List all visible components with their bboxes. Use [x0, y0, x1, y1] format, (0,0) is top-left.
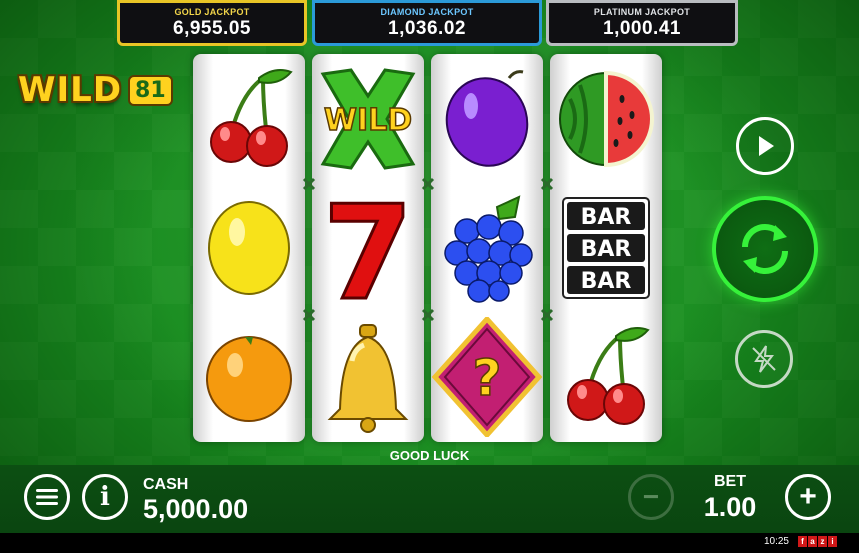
brand-letter: f [798, 536, 807, 547]
reel-divider-x-icon [300, 175, 318, 193]
lemon-icon [193, 183, 305, 312]
bet-label: BET [714, 473, 746, 490]
mystery-text: ? [472, 349, 501, 407]
reel-divider-x-icon [300, 306, 318, 324]
hamburger-icon [36, 489, 58, 505]
bar-text-bottom: BAR [581, 269, 632, 294]
play-icon [759, 136, 774, 156]
minus-icon: − [642, 481, 660, 512]
bet-value: 1.00 [703, 492, 757, 522]
reel-divider-x-icon [538, 175, 556, 193]
diamond-jackpot: DIAMOND JACKPOT 1,036.02 [312, 0, 542, 46]
reel-divider-x-icon [419, 306, 437, 324]
menu-button[interactable] [24, 474, 70, 520]
gold-jackpot-label: GOLD JACKPOT [174, 7, 250, 17]
cash-label: CASH [143, 476, 189, 493]
info-button[interactable]: i [82, 474, 128, 520]
orange-icon [193, 312, 305, 441]
seven-icon: 7 [312, 183, 424, 312]
reel-1 [193, 54, 305, 442]
game-logo: WILD 81 [18, 70, 173, 110]
brand-letter: z [818, 536, 827, 547]
spin-button[interactable] [712, 196, 818, 302]
status-message: GOOD LUCK [389, 448, 470, 463]
watermelon-icon [550, 54, 662, 183]
bar-text-top: BAR [581, 205, 632, 230]
logo-text: WILD [18, 70, 123, 110]
wild-icon: WILD [312, 54, 424, 183]
reel-3: ? [431, 54, 543, 442]
bell-icon [312, 312, 424, 441]
reel-4: BAR BAR BAR [550, 54, 662, 442]
info-icon: i [100, 482, 110, 512]
turbo-button[interactable] [735, 330, 793, 388]
grapes-icon [431, 183, 543, 312]
logo-number: 81 [128, 74, 173, 106]
diamond-jackpot-value: 1,036.02 [388, 18, 466, 39]
bar-icon: BAR BAR BAR [550, 183, 662, 312]
bar-text-middle: BAR [581, 237, 632, 262]
cherries-icon [550, 312, 662, 441]
increase-bet-button[interactable]: + [785, 474, 831, 520]
seven-text: 7 [323, 190, 413, 306]
plum-icon [431, 54, 543, 183]
spin-arrows-icon [742, 224, 788, 274]
cherries-icon [193, 54, 305, 183]
plus-icon: + [799, 480, 817, 513]
brand-logo: f a z i [798, 536, 837, 547]
wild-text: WILD [324, 103, 412, 138]
gold-jackpot: GOLD JACKPOT 6,955.05 [117, 0, 307, 46]
status-bar: 10:25 f a z i [0, 533, 859, 553]
cash-value: 5,000.00 [143, 494, 249, 524]
diamond-jackpot-label: DIAMOND JACKPOT [380, 7, 474, 17]
platinum-jackpot: PLATINUM JACKPOT 1,000.41 [546, 0, 738, 46]
lightning-icon [752, 345, 776, 373]
gold-jackpot-value: 6,955.05 [173, 18, 251, 39]
clock: 10:25 [763, 536, 789, 547]
platinum-jackpot-value: 1,000.41 [603, 18, 681, 39]
reel-divider-x-icon [419, 175, 437, 193]
autoplay-button[interactable] [736, 117, 794, 175]
reel-2: WILD 7 [312, 54, 424, 442]
mystery-icon: ? [431, 312, 543, 441]
brand-letter: a [808, 536, 817, 547]
decrease-bet-button[interactable]: − [628, 474, 674, 520]
reel-divider-x-icon [538, 306, 556, 324]
brand-letter: i [828, 536, 837, 547]
platinum-jackpot-label: PLATINUM JACKPOT [593, 7, 691, 17]
